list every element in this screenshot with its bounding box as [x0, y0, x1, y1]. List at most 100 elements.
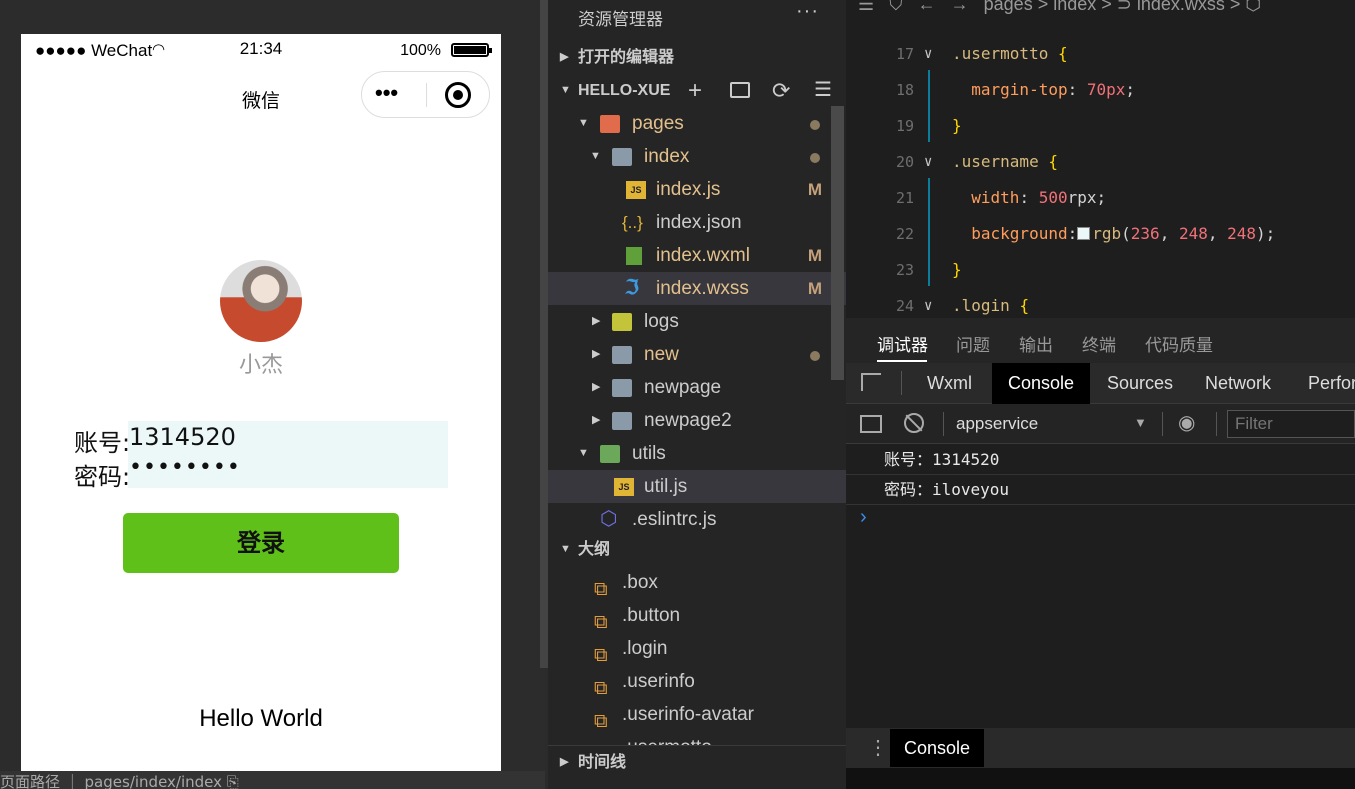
fold-icon[interactable]: ∨	[924, 36, 932, 72]
code-token: );	[1256, 224, 1276, 243]
folder-open-icon	[600, 115, 620, 133]
color-swatch[interactable]	[1077, 227, 1091, 240]
tree-item-newpage[interactable]: ▶ newpage	[548, 371, 846, 404]
tree-item-index[interactable]: ▼ index	[548, 140, 846, 173]
breadcrumb-path[interactable]: ☰ ⛉ ← → pages > index > ⊃ index.wxss > ⬡	[858, 0, 1261, 15]
collapse-icon: ▼	[560, 543, 571, 555]
code-line[interactable]: 23}	[846, 252, 1355, 288]
code-token: 70px	[1086, 80, 1126, 99]
clear-console-icon[interactable]	[904, 413, 924, 433]
refresh-icon[interactable]: ⟳	[772, 74, 790, 107]
debug-tabs: 调试器 问题 输出 终端 代码质量	[846, 318, 1355, 363]
tree-item-label: pages	[632, 113, 684, 134]
outline-item[interactable]: ⧉ .usermotto	[548, 731, 846, 745]
tab-terminal[interactable]: 终端	[1082, 331, 1116, 356]
scrollbar[interactable]	[831, 106, 844, 380]
code-line[interactable]: 20 ∨ .username {	[846, 144, 1355, 180]
tree-item-label: new	[644, 344, 679, 365]
collapse-icon: ▼	[590, 150, 601, 162]
tab-sources[interactable]: Sources	[1091, 363, 1189, 404]
log-text: 密码：iloveyou	[884, 480, 1010, 499]
outline-item[interactable]: ⧉ .login	[548, 632, 846, 666]
drawer-tab-console[interactable]: Console	[890, 729, 985, 767]
expand-icon: ▶	[592, 348, 601, 360]
tree-item-index-wxss[interactable]: ℑindex.wxss M	[548, 272, 846, 305]
code-token: :	[1067, 224, 1078, 243]
line-number: 20	[895, 153, 914, 171]
outline-label: .login	[622, 638, 668, 659]
context-selector[interactable]: appservice	[956, 414, 1038, 434]
code-line[interactable]: 18 margin-top: 70px;	[846, 72, 1355, 108]
code-line[interactable]: 21 width: 500rpx;	[846, 180, 1355, 216]
eslint-file-icon: ⬡	[600, 508, 618, 530]
tree-item-pages[interactable]: ▼ pages	[548, 107, 846, 140]
tree-item-logs[interactable]: ▶ logs	[548, 305, 846, 338]
tab-performance[interactable]: Perfor	[1292, 363, 1355, 404]
login-button[interactable]: 登录	[123, 513, 399, 573]
phone-screen: ●●●●● WeChat ◠ 21:34 100% 微信 ••• 小杰 账号: …	[21, 34, 501, 771]
tab-code-quality[interactable]: 代码质量	[1145, 331, 1213, 356]
code-line[interactable]: 19}	[846, 108, 1355, 144]
tab-problems[interactable]: 问题	[956, 331, 990, 356]
tree-item-eslintrc[interactable]: ⬡ .eslintrc.js	[548, 503, 846, 536]
inspect-icon[interactable]	[861, 373, 881, 391]
tree-item-newpage2[interactable]: ▶ newpage2	[548, 404, 846, 437]
outline-item[interactable]: ⧉ .userinfo	[548, 665, 846, 699]
sidebar-toggle-icon[interactable]	[860, 415, 882, 433]
timeline-section[interactable]: ▶ 时间线	[548, 745, 846, 778]
code-line[interactable]: 17 ∨ .usermotto {	[846, 36, 1355, 72]
code-line[interactable]: 22 background: rgb(236, 248, 248);	[846, 216, 1355, 252]
eye-icon[interactable]: ◉	[1178, 410, 1195, 435]
outline-item[interactable]: ⧉ .box	[548, 566, 846, 600]
folder-icon	[612, 313, 632, 331]
code-text: .login {	[952, 288, 1029, 318]
tree-item-utils[interactable]: ▼ utils	[548, 437, 846, 470]
dropdown-arrow-icon[interactable]: ▼	[1134, 415, 1147, 430]
close-miniprogram-icon[interactable]	[445, 82, 471, 108]
drawer-menu-icon[interactable]: ⋮	[868, 735, 888, 760]
more-actions-icon[interactable]: ···	[796, 0, 819, 23]
account-input[interactable]: 1314520	[129, 423, 236, 451]
tree-item-new[interactable]: ▶ new	[548, 338, 846, 371]
filter-input[interactable]	[1227, 410, 1355, 438]
code-text: }	[952, 252, 962, 288]
panel-divider[interactable]	[540, 0, 548, 668]
open-editors-section[interactable]: ▶ 打开的编辑器	[548, 41, 846, 74]
tab-console[interactable]: Console	[992, 363, 1091, 404]
outline-item[interactable]: ⧉ .userinfo-avatar	[548, 698, 846, 732]
code-token: }	[952, 116, 962, 135]
new-folder-icon[interactable]	[730, 82, 750, 98]
password-input[interactable]: ••••••••	[129, 455, 241, 480]
tree-item-index-js[interactable]: JS index.js M	[548, 173, 846, 206]
tree-item-label: index	[644, 146, 690, 167]
fold-icon[interactable]: ∨	[924, 288, 932, 318]
tab-output[interactable]: 输出	[1019, 331, 1053, 356]
outline-section[interactable]: ▼ 大纲	[548, 533, 846, 566]
active-tab-indicator	[877, 360, 927, 362]
fold-icon[interactable]: ∨	[924, 144, 932, 180]
tab-debugger[interactable]: 调试器	[877, 331, 928, 356]
code-editor[interactable]: ☰ ⛉ ← → pages > index > ⊃ index.wxss > ⬡…	[846, 0, 1355, 318]
page-path: 页面路径 ｜ pages/index/index ⎘	[0, 773, 239, 789]
tab-wxml[interactable]: Wxml	[911, 363, 988, 404]
section-label: HELLO-XUE	[578, 82, 671, 99]
section-label: 打开的编辑器	[578, 49, 675, 66]
project-section[interactable]: ▼ HELLO-XUE + ⟳ ☰	[548, 74, 846, 107]
more-icon[interactable]: •••	[375, 80, 398, 106]
new-file-icon[interactable]: +	[688, 74, 702, 107]
tree-item-index-json[interactable]: {..} index.json	[548, 206, 846, 239]
tab-network[interactable]: Network	[1189, 363, 1287, 404]
line-number: 24	[895, 297, 914, 315]
line-number: 18	[895, 81, 914, 99]
capsule-menu[interactable]: •••	[361, 71, 490, 118]
code-line[interactable]: 24 ∨ .login {	[846, 288, 1355, 318]
collapse-all-icon[interactable]: ☰	[814, 74, 832, 107]
tree-item-util-js[interactable]: JS util.js	[548, 470, 846, 503]
tree-item-index-wxml[interactable]: index.wxml M	[548, 239, 846, 272]
section-label: 时间线	[578, 754, 627, 771]
outline-item[interactable]: ⧉ .button	[548, 599, 846, 633]
console-prompt[interactable]: ›	[860, 506, 867, 529]
toolbar-divider	[1216, 412, 1217, 436]
battery-percent: 100%	[400, 42, 441, 59]
folder-icon	[612, 379, 632, 397]
